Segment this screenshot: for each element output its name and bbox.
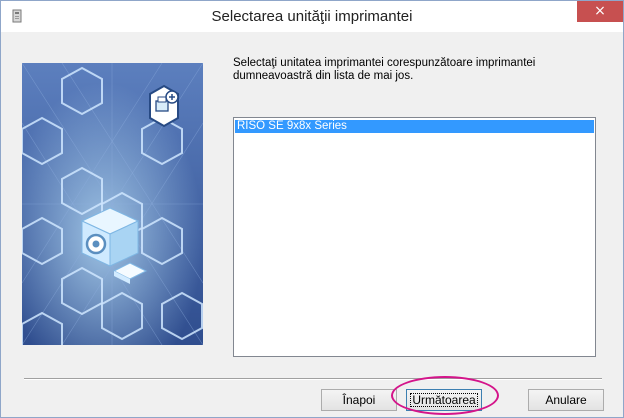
side-illustration — [22, 63, 203, 345]
focus-rectangle — [410, 393, 478, 407]
title-bar[interactable]: Selectarea unităţii imprimantei × — [1, 1, 623, 32]
printer-driver-list[interactable]: RISO SE 9x8x Series — [233, 117, 596, 357]
window-title: Selectarea unităţii imprimantei — [211, 8, 413, 25]
cancel-button[interactable]: Anulare — [528, 389, 604, 411]
dialog-window: Selectarea unităţii imprimantei × Select… — [0, 0, 624, 418]
back-button[interactable]: Înapoi — [321, 389, 397, 411]
next-button[interactable]: Următoarea — [406, 389, 482, 411]
dialog-body: Selectaţi unitatea imprimantei corespunz… — [1, 32, 623, 417]
instructions-line-1: Selectaţi unitatea imprimantei corespunz… — [233, 57, 536, 69]
button-separator — [24, 378, 602, 380]
instructions-text: Selectaţi unitatea imprimantei corespunz… — [233, 57, 603, 83]
close-button[interactable]: × — [577, 1, 623, 22]
add-printer-icon — [149, 84, 179, 128]
list-item[interactable]: RISO SE 9x8x Series — [235, 120, 594, 133]
close-icon: × — [594, 3, 606, 19]
instructions-line-2: dumneavoastră din lista de mai jos. — [233, 70, 414, 82]
